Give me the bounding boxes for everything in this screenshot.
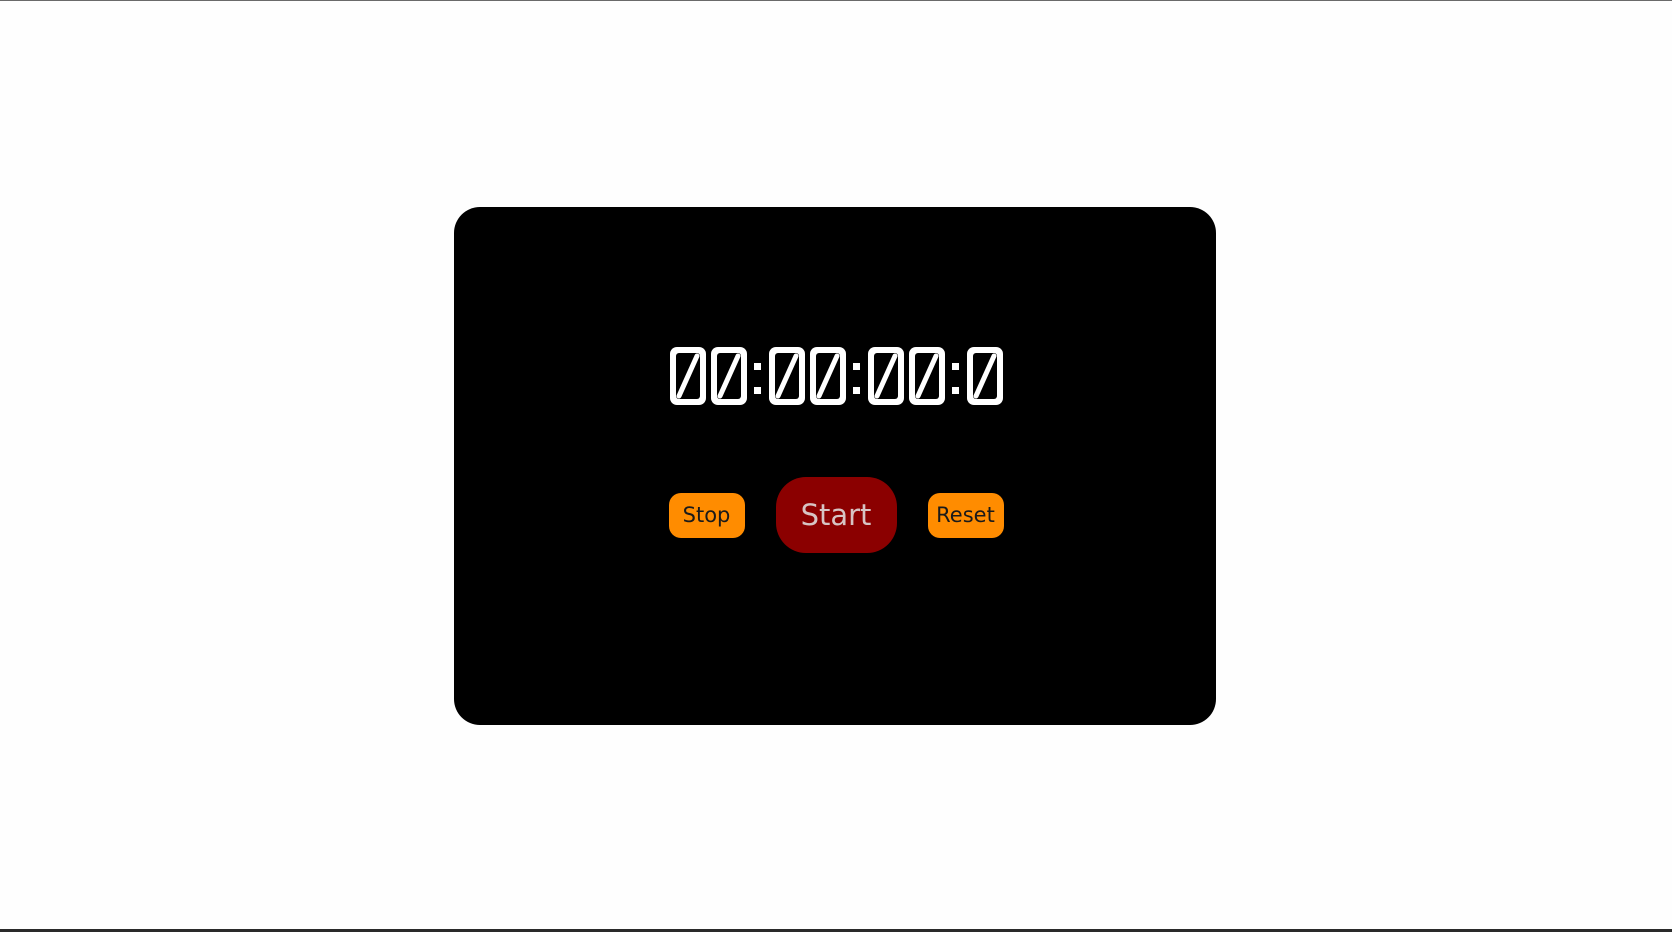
time-display-digits	[670, 347, 1003, 405]
reset-button[interactable]: Reset	[927, 492, 1004, 538]
time-digit	[967, 347, 1003, 405]
time-colon	[754, 363, 761, 394]
time-digit	[810, 347, 846, 405]
start-button[interactable]: Start	[775, 477, 897, 553]
controls-row: Stop Start Reset	[0, 476, 1672, 554]
time-digit	[670, 347, 706, 405]
time-digit	[711, 347, 747, 405]
stop-button[interactable]: Stop	[668, 492, 745, 538]
stopwatch-panel	[454, 207, 1216, 725]
time-colon	[853, 363, 860, 394]
time-digit	[909, 347, 945, 405]
top-border	[0, 0, 1672, 1]
time-display	[0, 336, 1672, 416]
time-colon	[952, 363, 959, 394]
time-digit	[769, 347, 805, 405]
time-digit	[868, 347, 904, 405]
